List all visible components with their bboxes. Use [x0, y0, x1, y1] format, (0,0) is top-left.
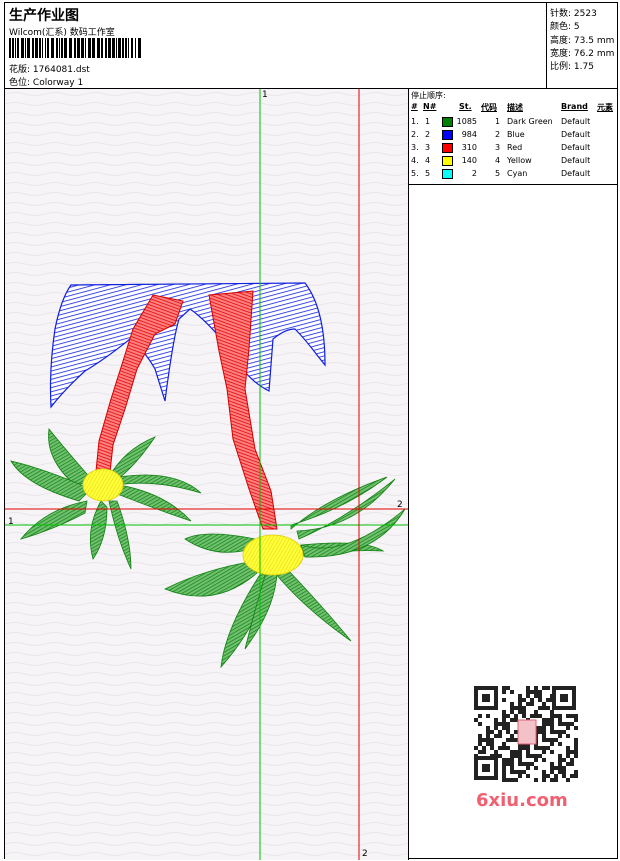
row-st: 310: [461, 143, 477, 152]
row-brand: Default: [561, 156, 591, 165]
row-code: 1: [495, 117, 501, 126]
colorway-info: 色位: Colorway 1: [9, 75, 83, 88]
stat-label: 比例:: [550, 62, 572, 72]
stats-box: 针数: 2523 颜色: 5 高度: 73.5 mm 宽度: 76.2 mm 比…: [547, 3, 618, 89]
color-swatch: [442, 156, 453, 166]
row-num: 4.: [411, 156, 419, 165]
row-desc: Dark Green: [507, 117, 553, 126]
company-name: Wilcom(汇系) 数码工作室: [9, 28, 115, 38]
color-swatch: [442, 130, 453, 140]
row-code: 2: [495, 130, 501, 139]
table-row[interactable]: 1. 1 1085 1 Dark Green Default: [409, 116, 618, 129]
worksheet-header: 生产作业图 Wilcom(汇系) 数码工作室 花版: 1764081.dst 色…: [5, 3, 547, 89]
stat-value: 1.75: [573, 62, 594, 72]
row-st: 2: [471, 169, 477, 178]
guide-marker-green-top: 1: [262, 90, 268, 100]
colorway-value: Colorway 1: [32, 78, 84, 88]
row-st: 140: [461, 156, 477, 165]
design-info: 花版: 1764081.dst: [9, 62, 90, 75]
row-desc: Cyan: [507, 169, 528, 178]
row-code: 5: [495, 169, 501, 178]
guide-marker-red-bottom: 2: [362, 849, 368, 859]
row-brand: Default: [561, 143, 591, 152]
table-row[interactable]: 5. 5 2 5 Cyan Default: [409, 168, 618, 181]
color-swatch: [442, 117, 453, 127]
guide-marker-red-right: 2: [397, 500, 403, 510]
table-row[interactable]: 4. 4 140 4 Yellow Default: [409, 155, 618, 168]
page-title: 生产作业图: [9, 8, 79, 24]
col-header-element: 元素: [597, 103, 613, 112]
embroidery-preview: [5, 89, 408, 860]
row-no: 2: [425, 130, 431, 139]
color-swatch: [442, 143, 453, 153]
row-num: 5.: [411, 169, 419, 178]
stat-label: 高度:: [550, 36, 572, 46]
row-num: 1.: [411, 117, 419, 126]
yellow-coconuts-left: [82, 468, 124, 502]
stat-label: 颜色:: [550, 22, 572, 32]
barcode-image: [9, 38, 141, 58]
stat-label: 针数:: [550, 9, 572, 19]
stat-stitches: 针数: 2523: [550, 6, 597, 19]
col-header-code: 代码: [481, 103, 497, 112]
design-file: 1764081.dst: [32, 65, 90, 75]
table-row[interactable]: 3. 3 310 3 Red Default: [409, 142, 618, 155]
stat-width: 宽度: 76.2 mm: [550, 46, 614, 59]
stat-scale: 比例: 1.75: [550, 59, 594, 72]
design-canvas[interactable]: 1 1 2 2: [5, 89, 409, 860]
stat-height: 高度: 73.5 mm: [550, 33, 614, 46]
row-desc: Yellow: [507, 156, 532, 165]
row-code: 4: [495, 156, 501, 165]
row-num: 2.: [411, 130, 419, 139]
col-header-no: N#: [423, 102, 437, 111]
stat-colors: 颜色: 5: [550, 19, 580, 32]
stat-value: 76.2 mm: [573, 49, 615, 59]
color-swatch: [442, 169, 453, 179]
row-num: 3.: [411, 143, 419, 152]
row-no: 3: [425, 143, 431, 152]
yellow-coconuts-right: [242, 534, 304, 576]
col-header-st: St.: [459, 102, 472, 111]
row-desc: Blue: [507, 130, 525, 139]
stat-value: 73.5 mm: [573, 36, 615, 46]
row-no: 1: [425, 117, 431, 126]
row-brand: Default: [561, 130, 591, 139]
row-st: 984: [461, 130, 477, 139]
col-header-brand: Brand: [561, 102, 588, 111]
col-header-desc: 描述: [507, 103, 523, 112]
table-row[interactable]: 2. 2 984 2 Blue Default: [409, 129, 618, 142]
guide-marker-green-left: 1: [8, 517, 14, 527]
row-no: 4: [425, 156, 431, 165]
row-code: 3: [495, 143, 501, 152]
panel-title: 停止顺序:: [411, 91, 446, 100]
col-header-num: #: [411, 102, 418, 111]
stop-sequence-panel: 停止顺序: # N# St. 代码 描述 Brand 元素 1. 1 1085 …: [409, 89, 618, 185]
design-label: 花版:: [9, 65, 31, 75]
row-brand: Default: [561, 169, 591, 178]
colorway-label: 色位:: [9, 78, 31, 88]
stat-value: 2523: [573, 9, 597, 19]
stat-value: 5: [573, 22, 580, 32]
stat-label: 宽度:: [550, 49, 572, 59]
row-st: 1085: [456, 117, 477, 126]
row-desc: Red: [507, 143, 523, 152]
row-brand: Default: [561, 117, 591, 126]
watermark-url: 6xiu.com: [476, 790, 568, 811]
row-no: 5: [425, 169, 431, 178]
